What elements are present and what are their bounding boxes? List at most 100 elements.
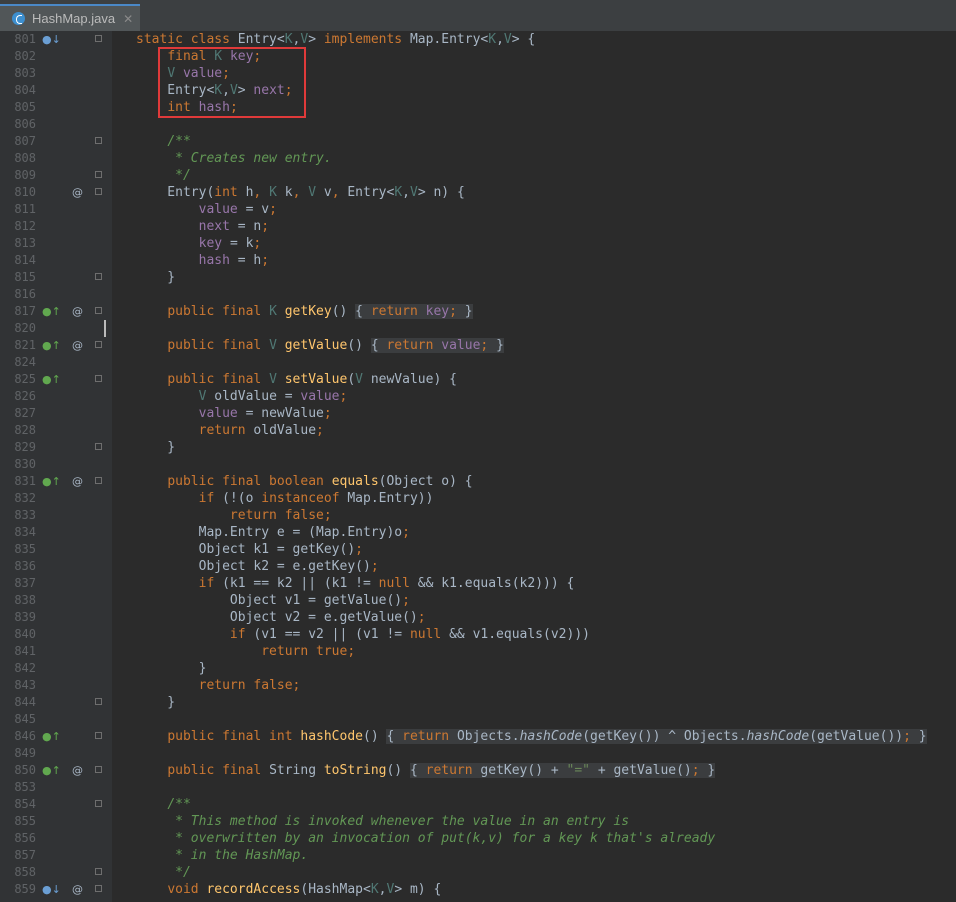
- annotation-icon[interactable]: @: [72, 337, 83, 354]
- code-token: * overwritten by an invocation of put(k,…: [167, 831, 716, 846]
- code-token: K: [394, 185, 403, 200]
- code-line: 805 int hash;: [0, 99, 956, 116]
- line-number: 806: [14, 117, 36, 131]
- line-number: 838: [14, 593, 36, 607]
- tab-hashmap-java[interactable]: HashMap.java ✕: [0, 4, 140, 31]
- code-token: (k1 == k2 || (k1 !=: [222, 576, 379, 591]
- overrides-method-icon[interactable]: ●↑: [42, 728, 61, 745]
- fold-toggle-icon[interactable]: [95, 698, 102, 705]
- annotation-icon[interactable]: @: [72, 762, 83, 779]
- code-token: Map.Entry e = (Map.Entry)o: [136, 525, 403, 540]
- fold-toggle-icon[interactable]: [95, 341, 102, 348]
- code-line: 813 key = k;: [0, 235, 956, 252]
- code-token: newValue) {: [370, 372, 457, 387]
- code-line: 837 if (k1 == k2 || (k1 != null && k1.eq…: [0, 575, 956, 592]
- code-token: ,: [253, 185, 270, 200]
- annotation-icon[interactable]: @: [72, 184, 83, 201]
- code-text: void recordAccess(HashMap<K,V> m) {: [136, 881, 441, 898]
- code-text: }: [136, 269, 175, 286]
- code-token: V: [269, 372, 285, 387]
- code-line: 825 ●↑ public final V setValue(V newValue…: [0, 371, 956, 388]
- annotation-icon[interactable]: @: [72, 303, 83, 320]
- code-token: = h: [237, 253, 262, 268]
- code-token: }: [464, 304, 473, 319]
- code-token: Entry<: [136, 83, 215, 98]
- code-token: V: [355, 372, 371, 387]
- fold-toggle-icon[interactable]: [95, 171, 102, 178]
- code-token: ,: [496, 32, 504, 47]
- code-line: 855 * This method is invoked whenever th…: [0, 813, 956, 830]
- code-token: String: [269, 763, 324, 778]
- code-token: ,: [222, 83, 230, 98]
- code-line: 828 return oldValue;: [0, 422, 956, 439]
- code-token: static class: [136, 32, 238, 47]
- code-token: ,: [292, 185, 309, 200]
- line-number: 856: [14, 831, 36, 845]
- code-line: 806: [0, 116, 956, 133]
- overridden-method-icon[interactable]: ●↓: [42, 31, 61, 48]
- code-token: V: [229, 83, 238, 98]
- line-number: 844: [14, 695, 36, 709]
- fold-toggle-icon[interactable]: [95, 766, 102, 773]
- annotation-icon[interactable]: @: [72, 881, 83, 898]
- code-token: }: [918, 729, 927, 744]
- code-text: int hash;: [136, 99, 237, 116]
- gutter-icons: [42, 864, 92, 881]
- code-token: ;: [284, 83, 293, 98]
- code-line: 836 Object k2 = e.getKey();: [0, 558, 956, 575]
- code-token: {: [370, 338, 387, 353]
- code-token: Map.Entry<: [409, 32, 489, 47]
- code-token: ;: [449, 304, 465, 319]
- fold-toggle-icon[interactable]: [95, 188, 102, 195]
- code-token: getKey: [284, 304, 332, 319]
- code-text: return false;: [136, 677, 301, 694]
- tab-label: HashMap.java: [32, 11, 116, 26]
- fold-toggle-icon[interactable]: [95, 477, 102, 484]
- code-token: Entry<: [237, 32, 285, 47]
- fold-toggle-icon[interactable]: [95, 375, 102, 382]
- fold-toggle-icon[interactable]: [95, 35, 102, 42]
- line-number: 843: [14, 678, 36, 692]
- code-token: key: [198, 236, 230, 251]
- overrides-method-icon[interactable]: ●↑: [42, 303, 61, 320]
- fold-toggle-icon[interactable]: [95, 868, 102, 875]
- fold-toggle-icon[interactable]: [95, 273, 102, 280]
- overrides-method-icon[interactable]: ●↑: [42, 337, 61, 354]
- fold-toggle-icon[interactable]: [95, 443, 102, 450]
- code-token: null: [378, 576, 418, 591]
- annotation-icon[interactable]: @: [72, 473, 83, 490]
- line-number: 858: [14, 865, 36, 879]
- code-token: ;: [253, 49, 262, 64]
- fold-toggle-icon[interactable]: [95, 732, 102, 739]
- code-line: 830: [0, 456, 956, 473]
- code-line: 811 value = v;: [0, 201, 956, 218]
- code-line: 814 hash = h;: [0, 252, 956, 269]
- overridden-method-icon[interactable]: ●↓: [42, 881, 61, 898]
- code-token: ;: [402, 593, 410, 608]
- code-token: /**: [167, 134, 191, 149]
- overrides-method-icon[interactable]: ●↑: [42, 473, 61, 490]
- line-number: 802: [14, 49, 36, 63]
- code-token: ;: [261, 219, 270, 234]
- code-token: return: [198, 423, 254, 438]
- code-token: key: [425, 304, 450, 319]
- line-number: 809: [14, 168, 36, 182]
- code-token: (): [331, 304, 356, 319]
- fold-toggle-icon[interactable]: [95, 307, 102, 314]
- code-token: {: [409, 763, 426, 778]
- close-icon[interactable]: ✕: [123, 12, 133, 26]
- overrides-method-icon[interactable]: ●↑: [42, 371, 61, 388]
- fold-toggle-icon[interactable]: [95, 885, 102, 892]
- fold-toggle-icon[interactable]: [95, 137, 102, 144]
- code-token: hashCode: [746, 729, 810, 744]
- fold-toggle-icon[interactable]: [95, 800, 102, 807]
- overrides-method-icon[interactable]: ●↑: [42, 762, 61, 779]
- code-token: }: [496, 338, 504, 353]
- code-token: && k1.equals(k2))) {: [417, 576, 575, 591]
